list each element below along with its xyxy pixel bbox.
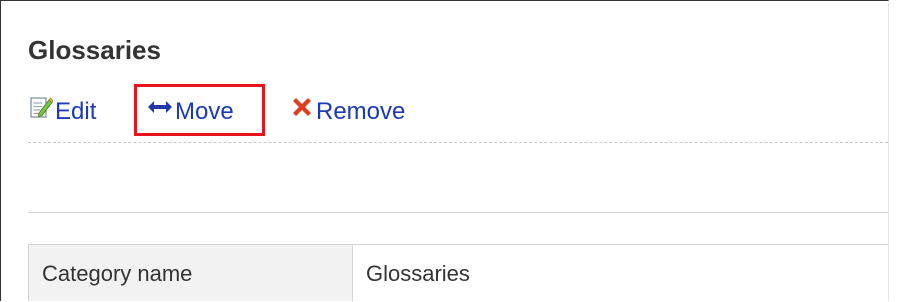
remove-label: Remove (316, 97, 406, 125)
edit-icon (29, 95, 54, 128)
edit-label: Edit (55, 97, 97, 125)
category-name-label: Category name (28, 244, 353, 301)
page-title: Glossaries (28, 35, 161, 65)
section-divider (28, 212, 888, 213)
table-row: Category name Glossaries (28, 244, 888, 301)
toolbar-divider (28, 142, 888, 143)
details-table: Category name Glossaries (28, 244, 888, 301)
remove-x-icon (290, 95, 314, 128)
remove-link[interactable]: Remove (290, 95, 405, 128)
content-panel: Glossaries Edit Move Remove Category nam… (0, 0, 889, 301)
highlight-frame (134, 84, 265, 136)
edit-link[interactable]: Edit (29, 95, 96, 128)
category-name-value: Glossaries (352, 244, 888, 301)
